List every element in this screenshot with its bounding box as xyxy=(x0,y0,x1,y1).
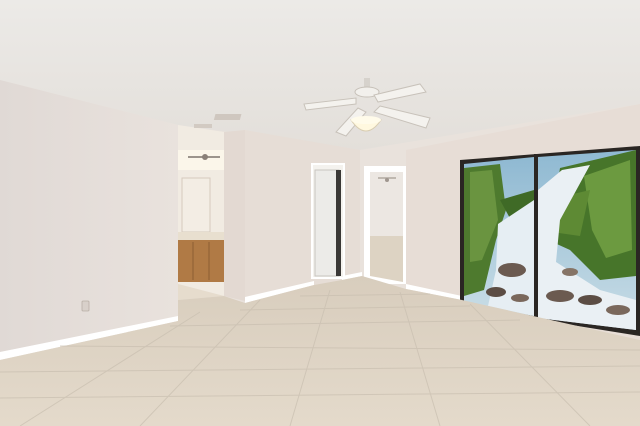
bathroom-door xyxy=(181,177,211,233)
ceiling-vent xyxy=(213,114,242,120)
vanity-counter xyxy=(178,232,224,240)
ceiling-vent-small xyxy=(194,124,212,128)
bathroom-doorway xyxy=(178,125,224,300)
outlet-icon xyxy=(81,300,90,312)
closet-door xyxy=(311,163,345,279)
vanity-cabinet xyxy=(178,240,224,282)
room-photo xyxy=(0,0,640,426)
room-illustration xyxy=(0,0,640,426)
left-wall xyxy=(0,80,178,360)
hallway-doorway xyxy=(364,166,406,284)
